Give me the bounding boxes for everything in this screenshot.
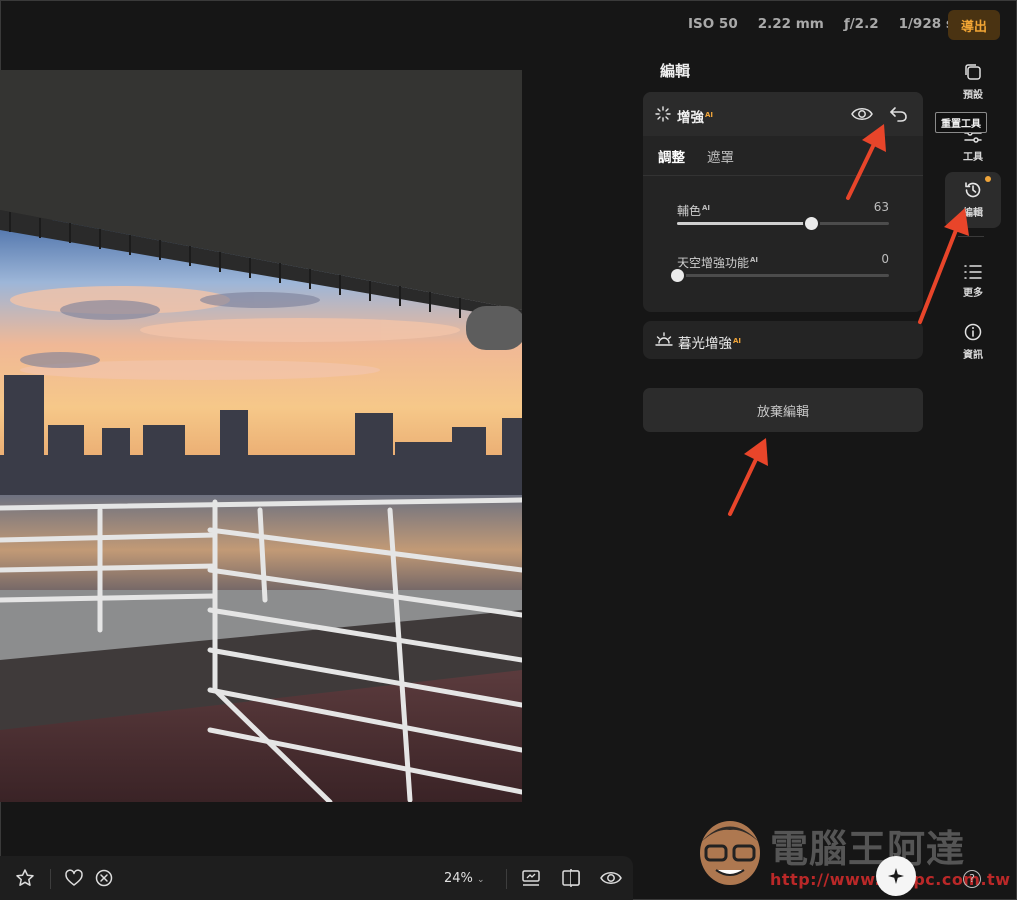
rail-label: 資訊: [963, 350, 983, 361]
sparkle-icon: [888, 868, 904, 884]
eye-icon[interactable]: [600, 868, 622, 888]
focal-length-value: 2.22 mm: [757, 16, 824, 32]
ai-badge: AI: [705, 110, 714, 119]
straighten-icon[interactable]: [520, 868, 542, 888]
slider-label-text: 天空增強功能: [677, 256, 750, 270]
enhance-card: 增強AI 調整 遮罩 輔色AI 63 天空增強功能AI 0: [643, 92, 923, 312]
history-icon: [965, 182, 981, 198]
sunset-icon: [655, 332, 673, 346]
twilight-title: 暮光增強AI: [678, 332, 741, 352]
divider: [643, 175, 923, 176]
list-icon: [964, 265, 982, 279]
zoom-text: 24%: [444, 871, 473, 886]
enhance-title: 增強AI: [677, 106, 713, 126]
tab-mask[interactable]: 遮罩: [707, 146, 734, 166]
rail-more[interactable]: 更多: [945, 264, 1001, 299]
rail-label: 更多: [963, 288, 983, 299]
rail-label: 編輯: [963, 208, 983, 219]
iso-value: ISO 50: [688, 16, 738, 32]
presets-icon: [965, 64, 981, 80]
slider-label: 輔色AI: [677, 204, 710, 218]
enhance-title-text: 增強: [677, 110, 704, 126]
slider-sky-enhance: 天空增強功能AI 0: [671, 252, 889, 282]
help-icon[interactable]: ?: [963, 870, 981, 888]
bottom-toolbar: 24% ⌄: [0, 856, 633, 900]
toolbar-divider: [50, 869, 51, 889]
reset-tool-tooltip: 重置工具: [935, 112, 987, 133]
harbor-sunset-photo: [0, 70, 522, 802]
rail-edits[interactable]: 編輯: [945, 172, 1001, 228]
twilight-enhance-card[interactable]: 暮光增強AI: [643, 321, 923, 359]
twilight-title-text: 暮光增強: [678, 336, 732, 352]
rail-label: 工具: [963, 152, 983, 163]
rail-tools[interactable]: 工具: [945, 130, 1001, 163]
rail-divider: [958, 236, 984, 237]
ai-badge: AI: [750, 256, 759, 264]
watermark-logo-text: 電腦王阿達: [770, 827, 966, 871]
export-button[interactable]: 導出: [948, 10, 1000, 40]
panel-title: 編輯: [660, 62, 691, 80]
slider-thumb[interactable]: [671, 269, 684, 282]
discard-edits-button[interactable]: 放棄編輯: [643, 388, 923, 432]
tab-adjust[interactable]: 調整: [658, 146, 685, 166]
reject-icon[interactable]: [94, 868, 114, 888]
rail-presets[interactable]: 預設: [945, 62, 1001, 101]
slider-thumb[interactable]: [804, 217, 818, 230]
sparkle-button[interactable]: [876, 856, 916, 896]
exif-info: ISO 50 2.22 mm ƒ/2.2 1/928 s: [688, 16, 954, 32]
compare-icon[interactable]: [560, 868, 582, 888]
zoom-level[interactable]: 24% ⌄: [444, 871, 485, 886]
rail-label: 預設: [963, 90, 983, 101]
slider-fill: [677, 222, 811, 225]
sparkle-icon: [655, 106, 671, 122]
aperture-value: ƒ/2.2: [843, 16, 879, 32]
photo-canvas[interactable]: [0, 70, 522, 802]
heart-icon[interactable]: [64, 868, 84, 888]
toolbar-divider: [506, 869, 507, 889]
eye-icon[interactable]: [851, 104, 873, 124]
watermark-mascot-icon: [700, 821, 760, 885]
enhance-header[interactable]: 增強AI: [643, 92, 923, 136]
ai-badge: AI: [702, 204, 711, 212]
undo-icon[interactable]: [889, 104, 909, 124]
ai-badge: AI: [733, 336, 742, 345]
slider-label: 天空增強功能AI: [677, 256, 758, 270]
slider-track[interactable]: [677, 217, 889, 230]
chevron-down-icon: ⌄: [477, 875, 485, 885]
slider-value: 0: [881, 252, 889, 266]
notification-dot: [985, 176, 991, 182]
enhance-tabs: 調整 遮罩: [658, 146, 734, 166]
slider-value: 63: [873, 200, 889, 214]
slider-track[interactable]: [671, 269, 889, 282]
shutter-value: 1/928 s: [898, 16, 954, 32]
rotate-icon[interactable]: [0, 868, 6, 888]
rail-info[interactable]: 資訊: [945, 322, 1001, 361]
star-icon[interactable]: [15, 868, 35, 888]
slider-label-text: 輔色: [677, 204, 702, 218]
slider-accent-color: 輔色AI 63: [677, 200, 889, 230]
info-icon: [964, 323, 982, 341]
